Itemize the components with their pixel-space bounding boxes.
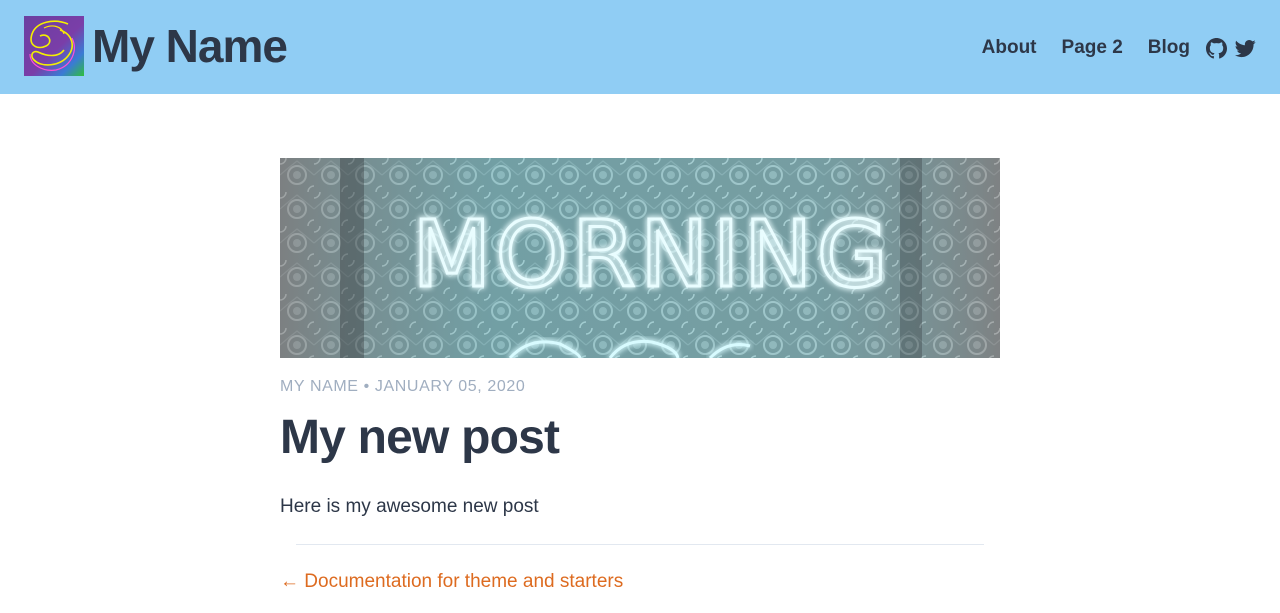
nav-link-blog[interactable]: Blog — [1148, 34, 1190, 62]
previous-post-link[interactable]: ← Documentation for theme and starters — [280, 570, 623, 594]
post-title: My new post — [280, 411, 560, 464]
site-title: My Name — [92, 20, 288, 72]
post-main: MORNING MY NAME • JANUARY 05, 2020 My ne… — [280, 158, 1000, 594]
post-body: Here is my awesome new post — [280, 496, 539, 517]
site-header: My Name About Page 2 Blog — [0, 0, 1280, 94]
nav-link-about[interactable]: About — [982, 34, 1037, 62]
post-meta: MY NAME • JANUARY 05, 2020 — [280, 378, 1000, 396]
post-divider — [296, 544, 984, 545]
arrow-left-icon: ← — [280, 571, 299, 592]
previous-post-label: Documentation for theme and starters — [304, 571, 624, 592]
twitter-icon[interactable] — [1235, 38, 1256, 59]
meta-separator: • — [363, 378, 370, 395]
post-author: MY NAME — [280, 378, 359, 395]
home-link[interactable]: My Name — [24, 16, 288, 76]
post-date: JANUARY 05, 2020 — [374, 378, 526, 395]
main-nav: About Page 2 Blog — [957, 34, 1256, 62]
github-icon[interactable] — [1206, 37, 1227, 59]
hero-image: MORNING — [280, 158, 1000, 358]
nav-link-page-2[interactable]: Page 2 — [1062, 34, 1123, 62]
site-logo-icon — [24, 16, 84, 76]
hero-neon-text: MORNING — [412, 201, 892, 308]
